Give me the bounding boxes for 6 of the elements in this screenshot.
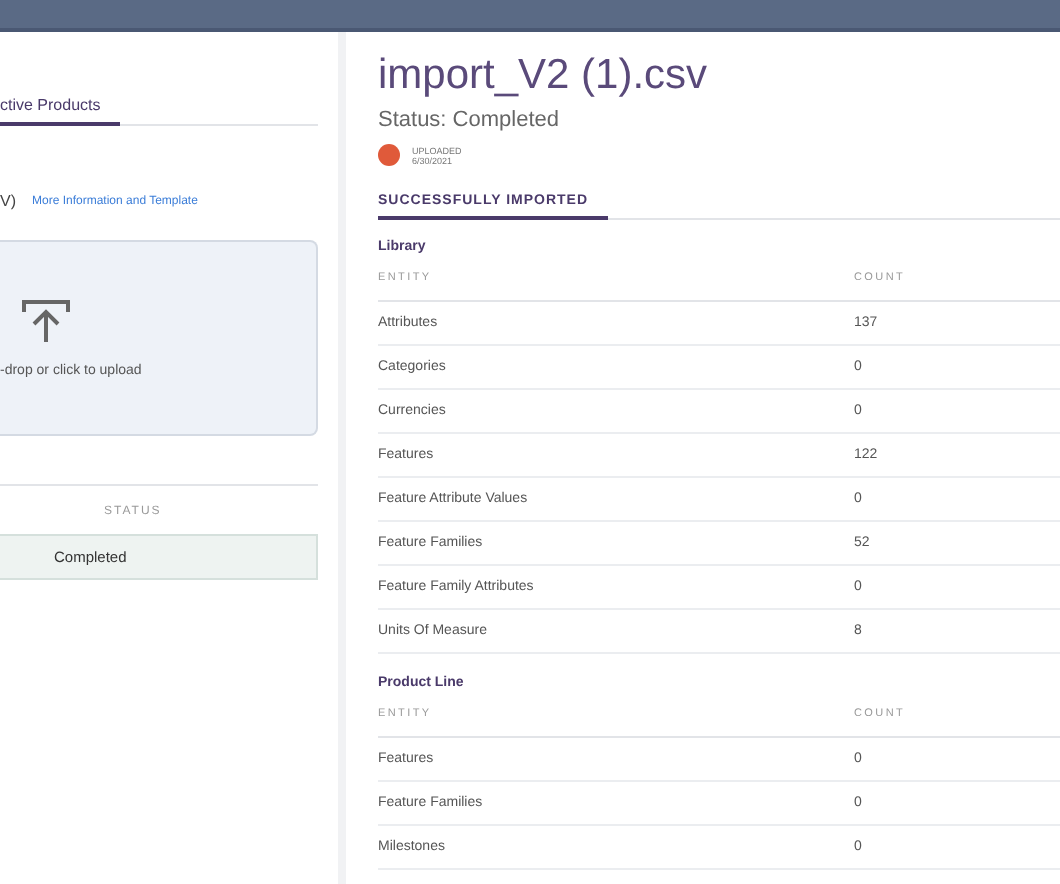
note-text: V) [0,192,16,210]
avatar [378,144,400,166]
tab[interactable]: ctive Products [0,88,121,126]
status-text: Status: Completed [378,108,561,132]
file-title: import_V2 (1).csv [378,52,710,100]
upload-icon [22,299,70,343]
